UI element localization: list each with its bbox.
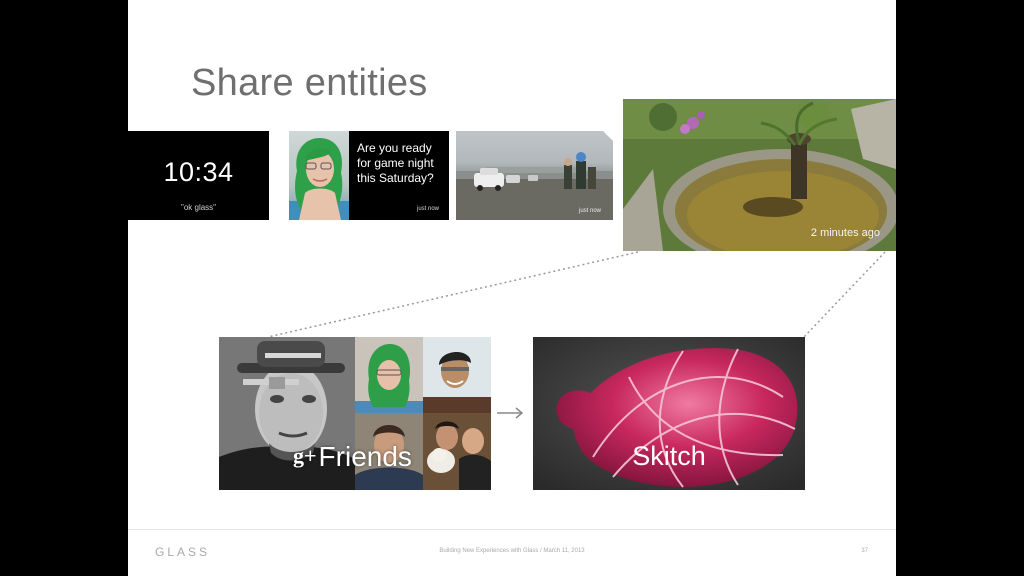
clock-time: 10:34 [163,157,234,187]
glass-card-message: Are you ready for game night this Saturd… [289,131,449,220]
google-plus-icon: g+ [293,443,317,468]
glass-card-photo: just now [456,131,613,220]
glass-card-plant-photo: 2 minutes ago [623,99,896,251]
footer-caption: Building New Experiences with Glass / Ma… [439,548,585,554]
message-text: Are you ready for game night this Saturd… [357,141,434,185]
share-target-skitch[interactable]: Skitch [533,337,805,490]
page-number: 37 [861,548,868,554]
share-target-friends[interactable]: g+Friends [219,337,491,490]
friends-label-text: Friends [318,441,412,472]
slide-title: Share entities [191,62,428,104]
slide: Share entities 10:34 "ok glass" Are you … [128,0,896,576]
friends-label: g+Friends [293,441,412,473]
glass-card-clock: 10:34 "ok glass" [128,131,269,220]
contact-photo [289,131,349,220]
photo-timestamp: just now [578,208,601,214]
skitch-label: Skitch [632,441,706,471]
message-timestamp: just now [416,206,439,212]
footer-divider [128,529,896,530]
arrow-right-icon [497,407,524,419]
plant-photo-timestamp: 2 minutes ago [810,227,880,239]
clock-hint: "ok glass" [180,203,217,212]
